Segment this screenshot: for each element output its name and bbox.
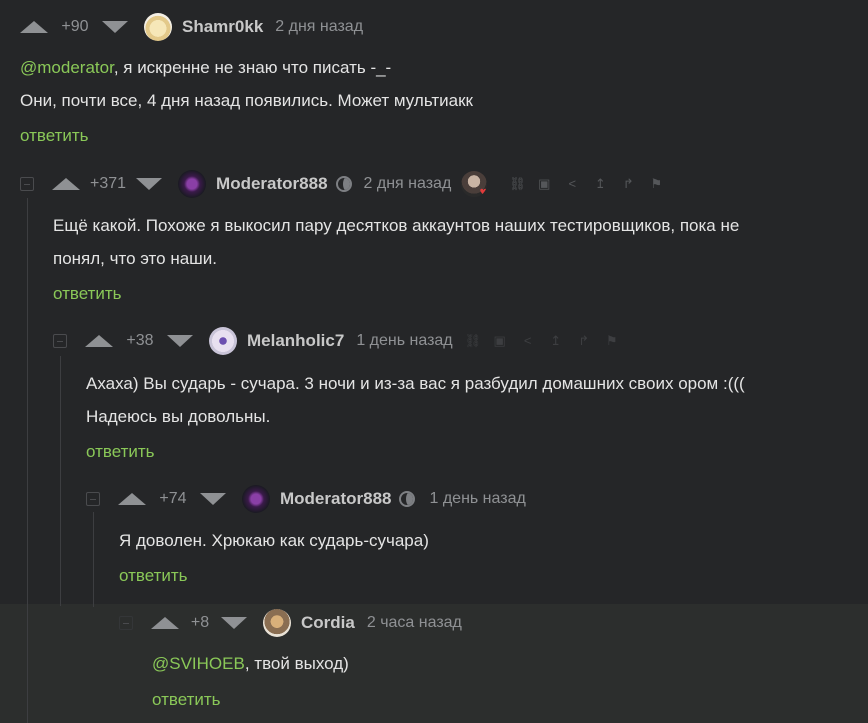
- reply-button[interactable]: ответить: [53, 284, 122, 304]
- author-name[interactable]: Shamr0kk: [182, 17, 263, 37]
- comment-text-line: Ахаха) Вы сударь - сучара. 3 ночи и из-з…: [86, 374, 745, 393]
- heart-icon: ♥: [479, 184, 488, 197]
- author-name[interactable]: Moderator888: [216, 174, 327, 194]
- arrow-up-icon[interactable]: ↥: [549, 334, 563, 348]
- comment-text-line: Надеюсь вы довольны.: [86, 407, 271, 426]
- arrow-up-icon[interactable]: ↥: [593, 177, 607, 191]
- mention-link[interactable]: @moderator: [20, 58, 114, 77]
- comment-text: Я доволен. Хрюкаю как сударь-сучара): [119, 524, 429, 557]
- collapse-button[interactable]: [20, 177, 34, 191]
- link-icon[interactable]: ⛓: [509, 177, 526, 191]
- reply-button[interactable]: ответить: [119, 566, 188, 586]
- comment-time[interactable]: 1 день назад: [356, 332, 452, 350]
- collapse-button[interactable]: [119, 616, 133, 630]
- downvote-button[interactable]: [200, 493, 226, 505]
- downvote-button[interactable]: [102, 21, 128, 33]
- upvote-button[interactable]: [85, 335, 113, 347]
- link-icon[interactable]: ⛓: [465, 334, 482, 348]
- branch-icon[interactable]: ↱: [621, 177, 635, 191]
- author-name[interactable]: Melanholic7: [247, 331, 344, 351]
- moderator-badge-icon: [335, 176, 352, 192]
- branch-icon[interactable]: ↱: [577, 334, 591, 348]
- reply-button[interactable]: ответить: [86, 442, 155, 462]
- comment-rating: +90: [61, 18, 89, 35]
- thread-line: [93, 512, 94, 607]
- upvote-button[interactable]: [118, 493, 146, 505]
- avatar[interactable]: [242, 485, 270, 513]
- liked-by-avatar[interactable]: ♥: [461, 171, 488, 197]
- avatar[interactable]: [144, 13, 172, 41]
- comment-text-line: Ещё какой. Похоже я выкосил пару десятко…: [53, 216, 740, 235]
- comment-text: @SVIHOEB, твой выход): [152, 647, 349, 680]
- share-icon[interactable]: <: [521, 334, 535, 348]
- comment-rating: +74: [159, 490, 187, 507]
- comment-text-line: понял, что это наши.: [53, 249, 218, 268]
- comment-text: @moderator, я искренне не знаю что писат…: [20, 51, 473, 117]
- avatar[interactable]: [178, 170, 207, 198]
- comment-rating: +8: [190, 614, 210, 631]
- save-icon[interactable]: ▣: [493, 334, 507, 348]
- reply-button[interactable]: ответить: [152, 690, 221, 710]
- upvote-button[interactable]: [52, 178, 80, 190]
- author-name[interactable]: Cordia: [301, 613, 355, 633]
- comment-text: Ахаха) Вы сударь - сучара. 3 ночи и из-з…: [86, 367, 745, 433]
- flag-icon[interactable]: ⚑: [649, 177, 663, 191]
- comment-rating: +371: [90, 175, 127, 192]
- reply-button[interactable]: ответить: [20, 126, 89, 146]
- comment-text-line: , я искренне не знаю что писать -_-: [113, 58, 392, 77]
- comment-time[interactable]: 2 дня назад: [364, 175, 452, 193]
- comment-rating: +38: [126, 332, 154, 349]
- thread-line: [60, 356, 61, 606]
- share-icon[interactable]: <: [565, 177, 579, 191]
- comment-time[interactable]: 2 часа назад: [367, 614, 462, 632]
- comment-text-line: , твой выход): [244, 654, 349, 673]
- downvote-button[interactable]: [221, 617, 247, 629]
- comment-text-line: Они, почти все, 4 дня назад появились. М…: [20, 91, 473, 110]
- avatar[interactable]: [263, 609, 291, 637]
- comment-text-line: Я доволен. Хрюкаю как сударь-сучара): [119, 531, 429, 550]
- mention-link[interactable]: @SVIHOEB: [152, 654, 245, 673]
- comment-text: Ещё какой. Похоже я выкосил пару десятко…: [53, 209, 739, 275]
- comment-time[interactable]: 1 день назад: [429, 490, 525, 508]
- upvote-button[interactable]: [151, 617, 179, 629]
- avatar[interactable]: [209, 327, 237, 355]
- comment-time[interactable]: 2 дня назад: [275, 18, 363, 36]
- save-icon[interactable]: ▣: [537, 177, 551, 191]
- thread-line: [27, 198, 28, 723]
- moderator-badge-icon: [399, 491, 416, 507]
- author-name[interactable]: Moderator888: [280, 489, 391, 509]
- downvote-button[interactable]: [167, 335, 193, 347]
- collapse-button[interactable]: [86, 492, 100, 506]
- collapse-button[interactable]: [53, 334, 67, 348]
- upvote-button[interactable]: [20, 21, 48, 33]
- flag-icon[interactable]: ⚑: [605, 334, 619, 348]
- downvote-button[interactable]: [136, 178, 163, 190]
